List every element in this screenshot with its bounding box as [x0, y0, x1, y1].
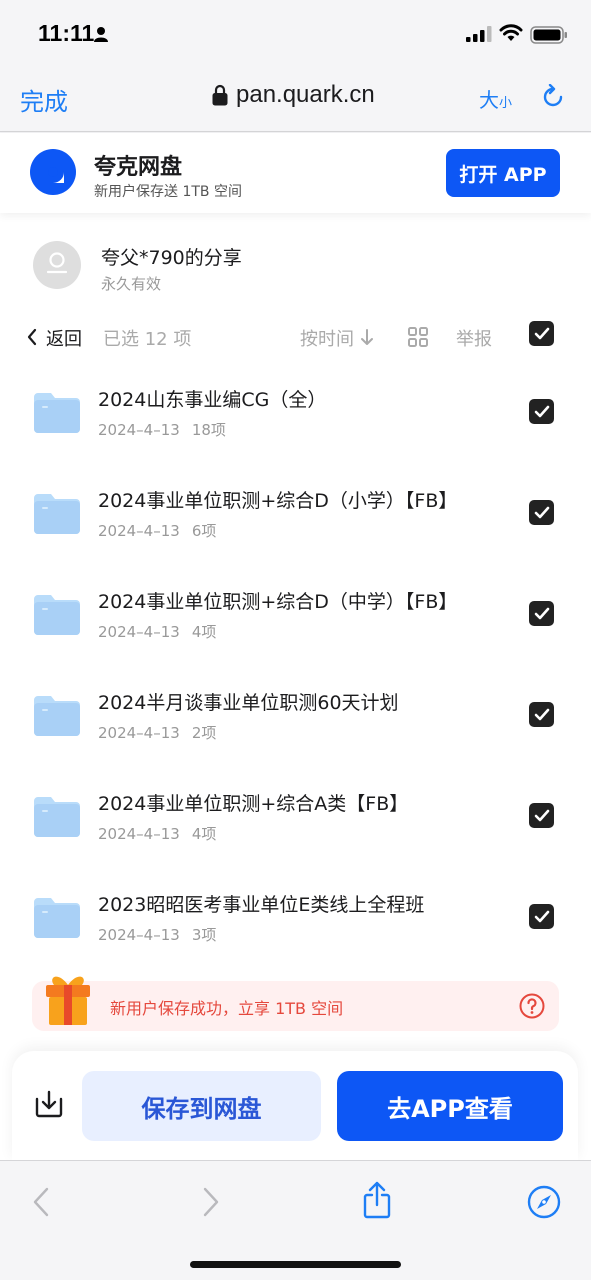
open-app-button[interactable]: 打开 APP: [446, 149, 560, 197]
view-in-app-button[interactable]: 去APP查看: [337, 1071, 563, 1141]
file-row[interactable]: 2024事业单位职测+综合D（中学）【FB】 2024–4–13 4项: [0, 565, 591, 666]
sharer-name: 夸父*790的分享: [101, 247, 242, 269]
done-button[interactable]: 完成: [20, 82, 68, 117]
file-meta: 2024–4–13 18项: [98, 419, 226, 440]
url-text[interactable]: pan.quark.cn: [236, 81, 375, 109]
promo-text: 新用户保存成功，立享 1TB 空间: [110, 999, 344, 1018]
file-date: 2024–4–13: [98, 724, 180, 742]
file-item-count: 18项: [191, 421, 226, 439]
cellular-signal-icon: [466, 26, 492, 42]
file-meta: 2024–4–13 2项: [98, 722, 216, 743]
help-icon[interactable]: [519, 993, 545, 1019]
file-date: 2024–4–13: [98, 926, 180, 944]
file-row[interactable]: 2024事业单位职测+综合D（小学）【FB】 2024–4–13 6项: [0, 464, 591, 565]
browser-forward-icon[interactable]: [202, 1187, 220, 1217]
back-button[interactable]: 返回: [46, 325, 82, 351]
gift-icon: [46, 976, 90, 1025]
file-item-count: 6项: [191, 522, 217, 540]
share-expiry: 永久有效: [101, 275, 162, 293]
file-row[interactable]: 2024事业单位职测+综合A类【FB】 2024–4–13 4项: [0, 767, 591, 868]
promo-banner[interactable]: 新用户保存成功，立享 1TB 空间: [32, 976, 559, 1031]
app-banner: 夸克网盘 新用户保存送 1TB 空间 打开 APP: [0, 133, 591, 213]
selected-count: 已选 12 项: [103, 329, 192, 350]
file-item-count: 2项: [191, 724, 217, 742]
reload-icon[interactable]: [540, 84, 566, 110]
status-time: 11:11: [38, 20, 95, 46]
file-checkbox[interactable]: [529, 399, 554, 424]
browser-back-icon[interactable]: [32, 1187, 50, 1217]
checkmark-icon: [534, 607, 549, 619]
web-page: 夸克网盘 新用户保存送 1TB 空间 打开 APP 夸父*790的分享 永久有效…: [0, 133, 591, 1161]
grid-view-icon[interactable]: [408, 327, 428, 347]
checkmark-icon: [534, 327, 549, 339]
folder-icon: [34, 898, 80, 938]
default-user-icon: [46, 252, 68, 274]
browser-address-bar: 完成 pan.quark.cn 大小: [0, 62, 591, 132]
file-name: 2023昭昭医考事业单位E类线上全程班: [98, 894, 425, 916]
file-date: 2024–4–13: [98, 623, 180, 641]
file-toolbar: 返回 已选 12 项 按时间 举报: [0, 319, 591, 363]
share-info: 夸父*790的分享 永久有效: [0, 235, 591, 305]
text-size-small: 小: [499, 96, 513, 111]
file-meta: 2024–4–13 3项: [98, 924, 216, 945]
quark-logo-icon: [30, 149, 76, 195]
file-checkbox[interactable]: [529, 904, 554, 929]
checkmark-icon: [534, 809, 549, 821]
folder-icon: [34, 494, 80, 534]
folder-icon: [34, 696, 80, 736]
arrow-down-icon[interactable]: [360, 328, 374, 346]
file-date: 2024–4–13: [98, 421, 180, 439]
file-name: 2024半月谈事业单位职测60天计划: [98, 692, 399, 714]
folder-icon: [34, 393, 80, 433]
file-item-count: 3项: [191, 926, 217, 944]
checkmark-icon: [534, 910, 549, 922]
file-checkbox[interactable]: [529, 601, 554, 626]
file-name: 2024事业单位职测+综合D（中学）【FB】: [98, 591, 458, 613]
wifi-icon: [499, 24, 523, 41]
status-bar: 11:11: [0, 0, 591, 62]
download-icon[interactable]: [34, 1089, 64, 1119]
file-name: 2024事业单位职测+综合A类【FB】: [98, 793, 409, 815]
file-checkbox[interactable]: [529, 500, 554, 525]
folder-icon: [34, 797, 80, 837]
file-checkbox[interactable]: [529, 702, 554, 727]
file-row[interactable]: 2024山东事业编CG（全） 2024–4–13 18项: [0, 363, 591, 464]
file-meta: 2024–4–13 4项: [98, 823, 216, 844]
app-slogan: 新用户保存送 1TB 空间: [94, 184, 242, 200]
text-size-big: 大: [479, 88, 499, 112]
lock-icon: [212, 84, 228, 106]
file-checkbox[interactable]: [529, 803, 554, 828]
home-indicator: [190, 1261, 401, 1268]
file-row[interactable]: 2024半月谈事业单位职测60天计划 2024–4–13 2项: [0, 666, 591, 767]
checkmark-icon: [534, 405, 549, 417]
select-all-checkbox[interactable]: [529, 321, 554, 346]
app-name: 夸克网盘: [94, 155, 183, 180]
checkmark-icon: [534, 708, 549, 720]
action-bar: 保存到网盘 去APP查看: [12, 1051, 578, 1161]
sort-by-time-button[interactable]: 按时间: [300, 325, 354, 351]
file-item-count: 4项: [191, 825, 217, 843]
file-name: 2024事业单位职测+综合D（小学）【FB】: [98, 490, 458, 512]
save-to-drive-button[interactable]: 保存到网盘: [82, 1071, 321, 1141]
file-meta: 2024–4–13 6项: [98, 520, 216, 541]
file-meta: 2024–4–13 4项: [98, 621, 216, 642]
share-icon[interactable]: [362, 1181, 392, 1219]
checkmark-icon: [534, 506, 549, 518]
file-item-count: 4项: [191, 623, 217, 641]
text-size-button[interactable]: 大小: [479, 84, 512, 113]
browser-bottom-bar: [0, 1160, 591, 1280]
chevron-left-icon[interactable]: [26, 328, 38, 346]
file-name: 2024山东事业编CG（全）: [98, 389, 327, 411]
file-date: 2024–4–13: [98, 522, 180, 540]
report-button[interactable]: 举报: [456, 325, 492, 351]
avatar: [33, 241, 81, 289]
person-icon: [94, 27, 108, 42]
folder-icon: [34, 595, 80, 635]
battery-icon: [530, 26, 567, 44]
file-list: 2024山东事业编CG（全） 2024–4–13 18项 2024事业单位职测+综合D…: [0, 363, 591, 969]
file-date: 2024–4–13: [98, 825, 180, 843]
compass-icon[interactable]: [527, 1185, 561, 1219]
file-row[interactable]: 2023昭昭医考事业单位E类线上全程班 2024–4–13 3项: [0, 868, 591, 969]
